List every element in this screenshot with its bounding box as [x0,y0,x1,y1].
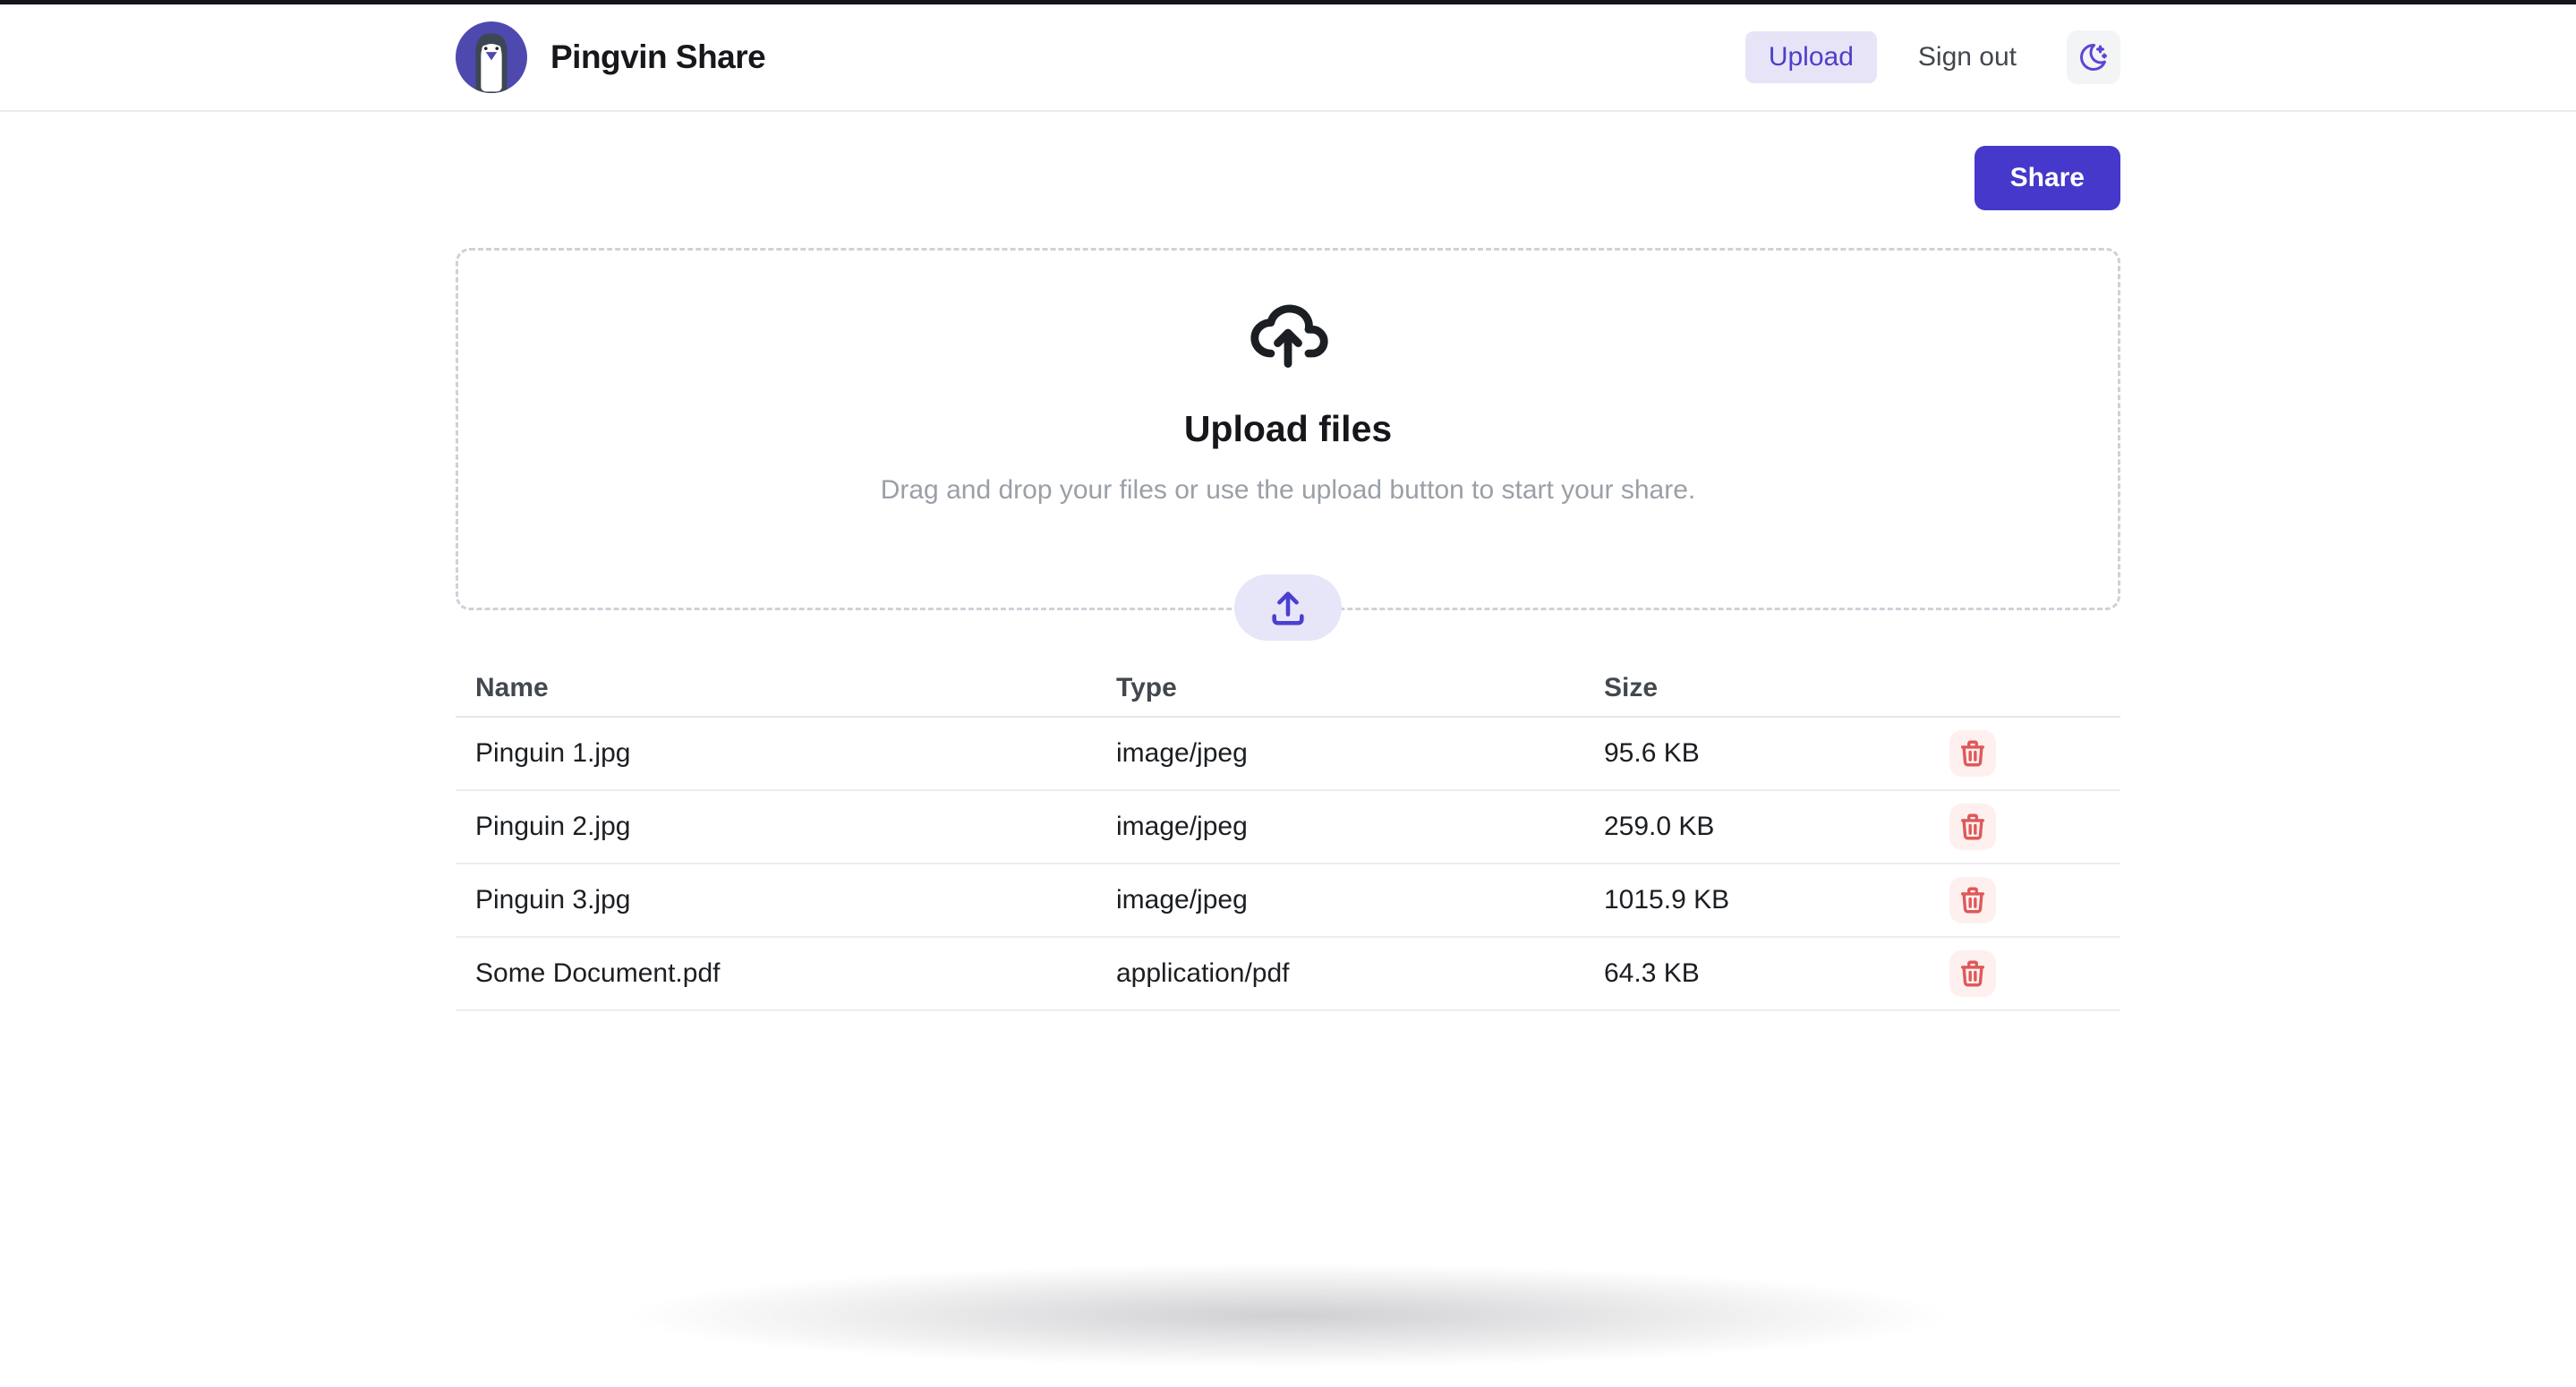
file-size: 95.6 KB [1584,738,1905,769]
header-nav: Upload Sign out [1745,30,2120,84]
column-header-name: Name [456,673,1096,703]
table-header-row: Name Type Size [456,660,2120,718]
share-button[interactable]: Share [1975,146,2120,210]
file-size: 259.0 KB [1584,812,1905,842]
trash-icon [1958,958,1988,989]
table-row: Pinguin 2.jpg image/jpeg 259.0 KB [456,791,2120,864]
delete-file-button[interactable] [1949,730,1996,777]
upload-icon [1267,587,1309,628]
column-header-size: Size [1584,673,1905,703]
delete-file-button[interactable] [1949,877,1996,923]
app-header: Pingvin Share Upload Sign out [0,4,2576,112]
table-row: Pinguin 1.jpg image/jpeg 95.6 KB [456,718,2120,791]
cloud-upload-icon [1247,292,1329,374]
dropzone-subtitle: Drag and drop your files or use the uplo… [458,475,2118,506]
file-type: image/jpeg [1096,812,1584,842]
column-header-type: Type [1096,673,1584,703]
brand: Pingvin Share [456,21,765,93]
nav-item-upload[interactable]: Upload [1745,31,1877,83]
penguin-logo-icon [456,21,527,93]
file-size: 64.3 KB [1584,958,1905,989]
main-content: Share Upload files Drag and drop your fi… [456,146,2120,1011]
trash-icon [1958,885,1988,915]
nav-item-sign-out[interactable]: Sign out [1895,31,2040,83]
upload-dropzone[interactable]: Upload files Drag and drop your files or… [456,248,2120,610]
delete-file-button[interactable] [1949,804,1996,850]
moon-stars-icon [2077,41,2110,73]
dropzone-title: Upload files [458,408,2118,450]
file-name: Pinguin 3.jpg [456,885,1096,915]
upload-files-button[interactable] [1234,574,1342,641]
table-row: Pinguin 3.jpg image/jpeg 1015.9 KB [456,864,2120,938]
app-title: Pingvin Share [550,38,765,76]
trash-icon [1958,812,1988,842]
trash-icon [1958,738,1988,769]
file-type: image/jpeg [1096,738,1584,769]
file-table: Name Type Size Pinguin 1.jpg image/jpeg … [456,660,2120,1011]
bottom-window-shadow [371,1244,2205,1387]
file-name: Pinguin 1.jpg [456,738,1096,769]
delete-file-button[interactable] [1949,950,1996,997]
table-row: Some Document.pdf application/pdf 64.3 K… [456,938,2120,1011]
file-name: Pinguin 2.jpg [456,812,1096,842]
file-type: image/jpeg [1096,885,1584,915]
file-size: 1015.9 KB [1584,885,1905,915]
theme-toggle-button[interactable] [2067,30,2120,84]
file-name: Some Document.pdf [456,958,1096,989]
file-type: application/pdf [1096,958,1584,989]
